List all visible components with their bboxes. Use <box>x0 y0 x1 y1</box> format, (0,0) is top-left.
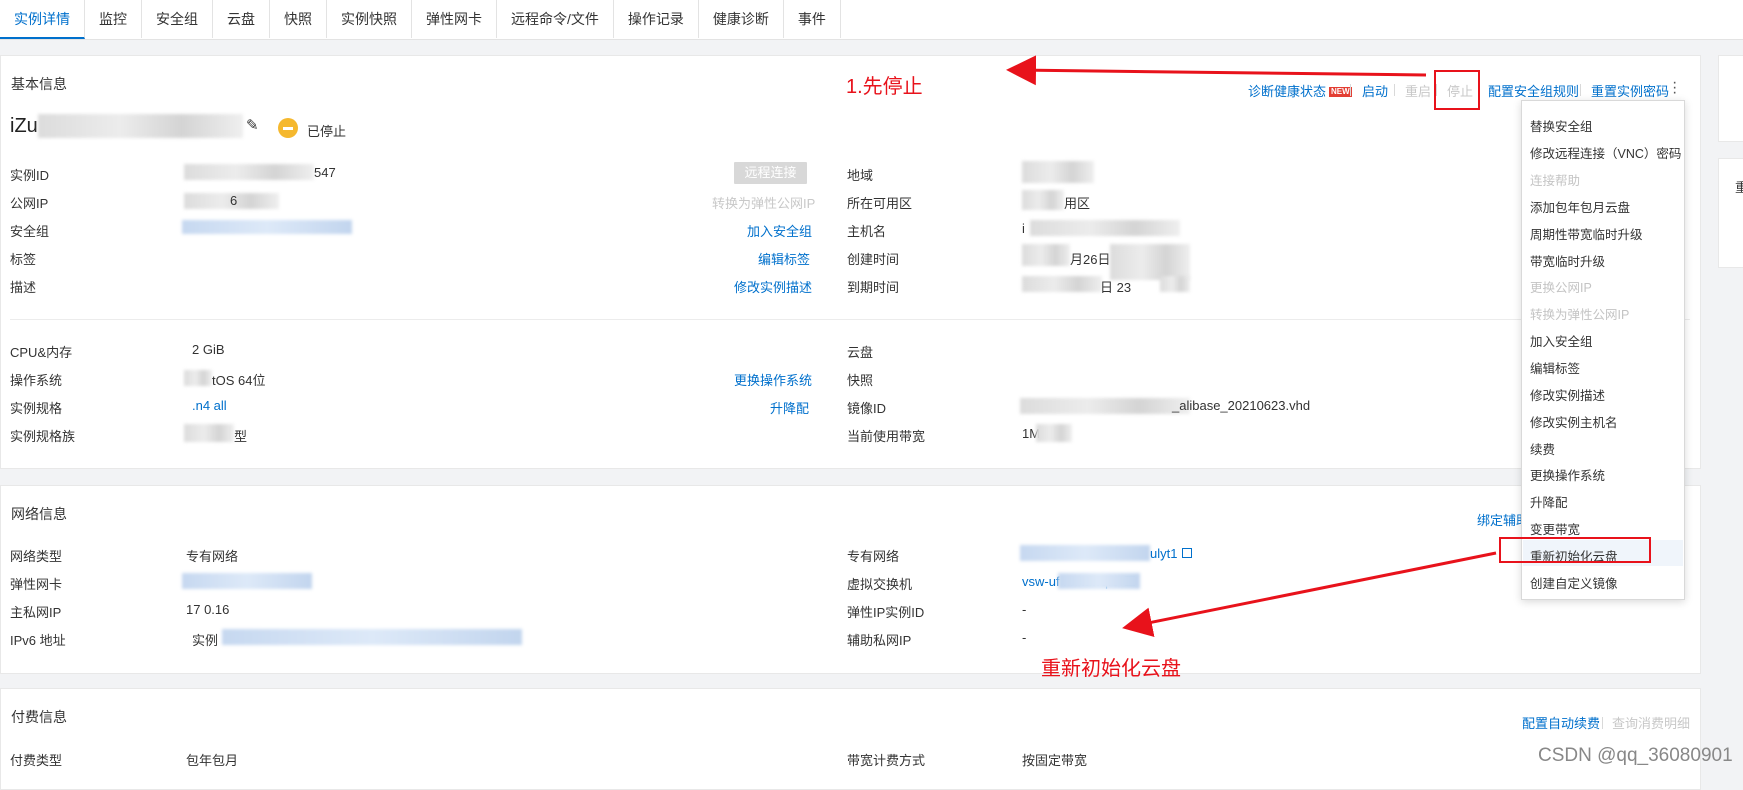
arrow-to-reinit <box>1122 551 1497 637</box>
watermark: CSDN @qq_36080901 <box>1538 745 1733 766</box>
arrow-to-step1 <box>1006 55 1427 86</box>
annotation-arrows <box>1006 55 1497 637</box>
